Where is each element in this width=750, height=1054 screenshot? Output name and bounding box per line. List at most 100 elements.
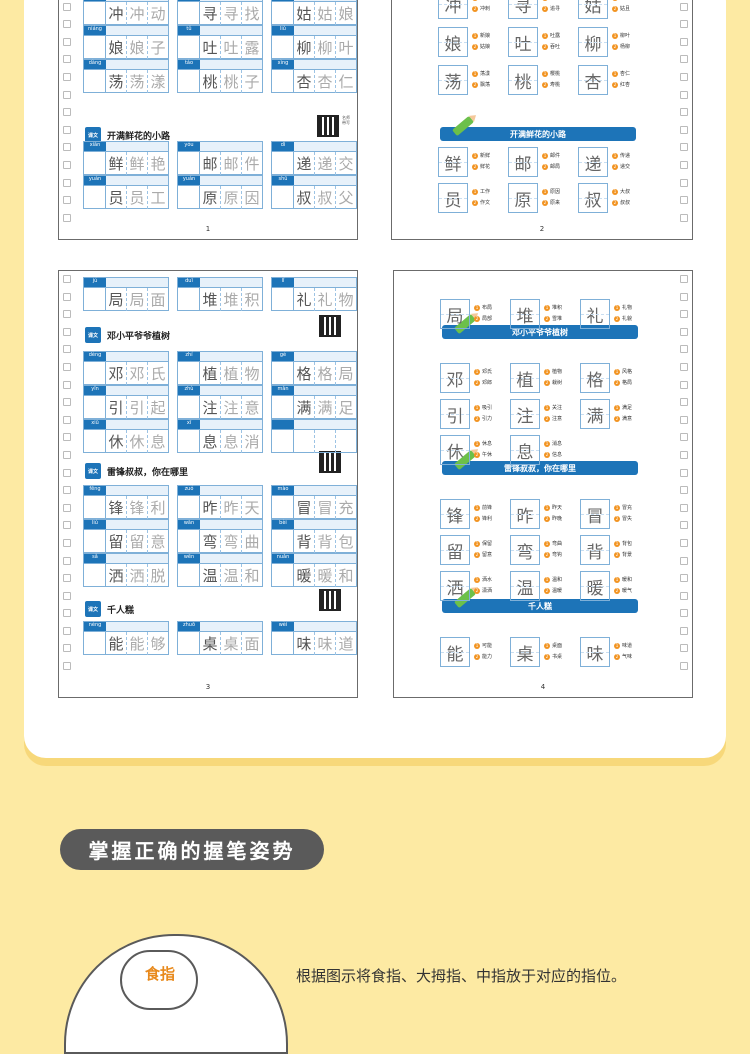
tracing-cell[interactable]: 子 [148, 36, 168, 59]
tracing-cell[interactable]: 洒 [127, 564, 148, 587]
tracing-cell[interactable]: 露 [242, 36, 262, 59]
tracing-cell[interactable]: 锋 [127, 496, 148, 519]
tracing-cell[interactable]: 娘 [336, 2, 356, 25]
qr-code[interactable] [319, 315, 341, 337]
tracing-cell[interactable]: 邓 [106, 362, 127, 385]
tracing-cell[interactable]: 递 [315, 152, 336, 175]
tracing-cell[interactable]: 注 [200, 396, 221, 419]
tracing-cell[interactable]: 昨 [221, 496, 242, 519]
tracing-cell[interactable]: 息 [221, 430, 242, 453]
tracing-cell[interactable]: 叔 [315, 186, 336, 209]
tracing-cell[interactable]: 找 [242, 2, 262, 25]
tracing-cell[interactable]: 暖 [315, 564, 336, 587]
tracing-cell[interactable]: 父 [336, 186, 356, 209]
tracing-cell[interactable]: 洒 [106, 564, 127, 587]
tracing-cell[interactable]: 息 [200, 430, 221, 453]
tracing-cell[interactable]: 寻 [200, 2, 221, 25]
tracing-cell[interactable] [315, 430, 336, 453]
tracing-cell[interactable]: 员 [106, 186, 127, 209]
tracing-cell[interactable]: 鲜 [127, 152, 148, 175]
tracing-cell[interactable]: 氏 [148, 362, 168, 385]
tracing-cell[interactable]: 局 [106, 288, 127, 311]
tracing-cell[interactable]: 冒 [294, 496, 315, 519]
tracing-cell[interactable]: 堆 [221, 288, 242, 311]
qr-code[interactable] [319, 589, 341, 611]
tracing-cell[interactable]: 和 [242, 564, 262, 587]
tracing-cell[interactable]: 格 [315, 362, 336, 385]
tracing-cell[interactable]: 物 [242, 362, 262, 385]
tracing-cell[interactable]: 物 [336, 288, 356, 311]
tracing-cell[interactable]: 柳 [315, 36, 336, 59]
tracing-cell[interactable]: 充 [336, 496, 356, 519]
tracing-cell[interactable]: 利 [148, 496, 168, 519]
tracing-cell[interactable]: 够 [148, 632, 168, 655]
tracing-cell[interactable]: 温 [221, 564, 242, 587]
tracing-cell[interactable]: 包 [336, 530, 356, 553]
tracing-cell[interactable]: 满 [315, 396, 336, 419]
tracing-cell[interactable]: 冲 [106, 2, 127, 25]
tracing-cell[interactable]: 留 [127, 530, 148, 553]
tracing-cell[interactable]: 吐 [221, 36, 242, 59]
tracing-cell[interactable]: 荡 [106, 70, 127, 93]
tracing-cell[interactable]: 寻 [221, 2, 242, 25]
tracing-cell[interactable]: 面 [148, 288, 168, 311]
tracing-cell[interactable]: 娘 [127, 36, 148, 59]
tracing-cell[interactable]: 吐 [200, 36, 221, 59]
tracing-cell[interactable]: 注 [221, 396, 242, 419]
tracing-cell[interactable]: 姑 [294, 2, 315, 25]
tracing-cell[interactable]: 子 [242, 70, 262, 93]
tracing-cell[interactable]: 脱 [148, 564, 168, 587]
tracing-cell[interactable]: 味 [294, 632, 315, 655]
tracing-cell[interactable]: 桃 [221, 70, 242, 93]
tracing-cell[interactable]: 动 [148, 2, 168, 25]
qr-code[interactable] [319, 451, 341, 473]
tracing-cell[interactable]: 意 [148, 530, 168, 553]
tracing-cell[interactable]: 娘 [106, 36, 127, 59]
tracing-cell[interactable]: 礼 [294, 288, 315, 311]
tracing-cell[interactable]: 弯 [200, 530, 221, 553]
tracing-cell[interactable]: 仁 [336, 70, 356, 93]
tracing-cell[interactable]: 桌 [221, 632, 242, 655]
tracing-cell[interactable]: 引 [127, 396, 148, 419]
tracing-cell[interactable]: 桃 [200, 70, 221, 93]
tracing-cell[interactable]: 休 [127, 430, 148, 453]
tracing-cell[interactable]: 意 [242, 396, 262, 419]
tracing-cell[interactable]: 邓 [127, 362, 148, 385]
tracing-cell[interactable]: 鲜 [106, 152, 127, 175]
tracing-cell[interactable]: 和 [336, 564, 356, 587]
tracing-cell[interactable]: 锋 [106, 496, 127, 519]
tracing-cell[interactable]: 荡 [127, 70, 148, 93]
tracing-cell[interactable]: 格 [294, 362, 315, 385]
tracing-cell[interactable]: 味 [315, 632, 336, 655]
tracing-cell[interactable]: 件 [242, 152, 262, 175]
tracing-cell[interactable]: 植 [221, 362, 242, 385]
tracing-cell[interactable]: 足 [336, 396, 356, 419]
tracing-cell[interactable]: 漾 [148, 70, 168, 93]
tracing-cell[interactable]: 能 [106, 632, 127, 655]
tracing-cell[interactable] [336, 430, 356, 453]
tracing-cell[interactable]: 能 [127, 632, 148, 655]
tracing-cell[interactable]: 留 [106, 530, 127, 553]
tracing-cell[interactable]: 叶 [336, 36, 356, 59]
tracing-cell[interactable]: 桌 [200, 632, 221, 655]
tracing-cell[interactable]: 杏 [315, 70, 336, 93]
tracing-cell[interactable]: 暖 [294, 564, 315, 587]
tracing-cell[interactable]: 邮 [221, 152, 242, 175]
tracing-cell[interactable]: 柳 [294, 36, 315, 59]
tracing-cell[interactable]: 引 [106, 396, 127, 419]
tracing-cell[interactable]: 堆 [200, 288, 221, 311]
qr-code[interactable] [317, 115, 339, 137]
tracing-cell[interactable]: 积 [242, 288, 262, 311]
tracing-cell[interactable]: 因 [242, 186, 262, 209]
tracing-cell[interactable]: 艳 [148, 152, 168, 175]
tracing-cell[interactable]: 递 [294, 152, 315, 175]
tracing-cell[interactable]: 冒 [315, 496, 336, 519]
tracing-cell[interactable]: 员 [127, 186, 148, 209]
tracing-cell[interactable]: 天 [242, 496, 262, 519]
tracing-cell[interactable]: 曲 [242, 530, 262, 553]
tracing-cell[interactable]: 邮 [200, 152, 221, 175]
tracing-cell[interactable]: 起 [148, 396, 168, 419]
tracing-cell[interactable] [294, 430, 315, 453]
tracing-cell[interactable]: 杏 [294, 70, 315, 93]
tracing-cell[interactable]: 温 [200, 564, 221, 587]
